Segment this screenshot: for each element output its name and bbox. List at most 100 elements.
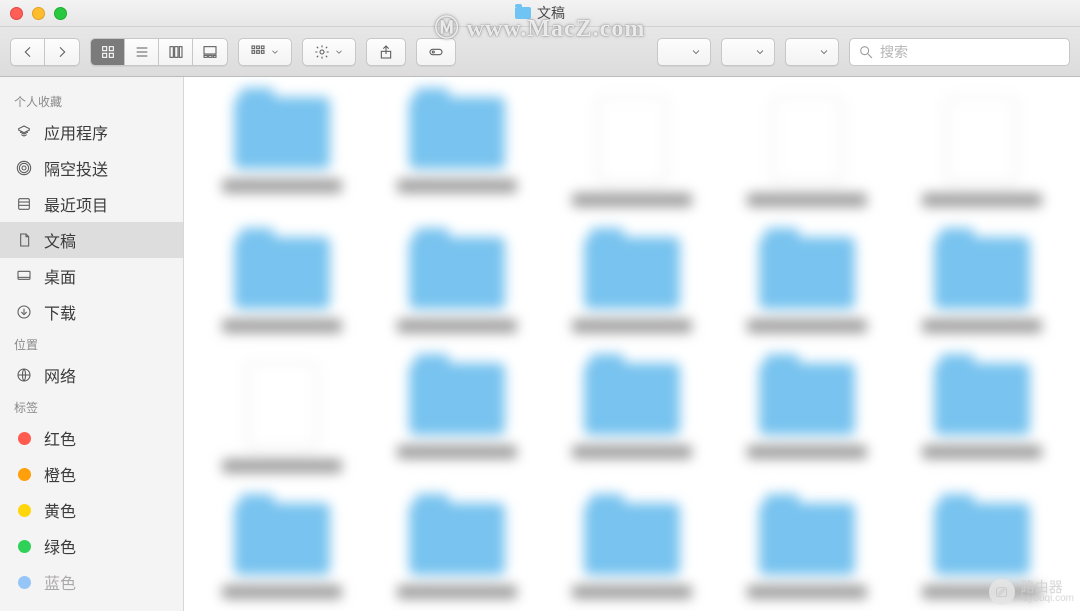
file-item[interactable] xyxy=(740,363,875,473)
file-label xyxy=(397,319,517,333)
sidebar-item-label: 网络 xyxy=(44,363,76,387)
folder-icon xyxy=(759,237,855,309)
file-label xyxy=(747,193,867,207)
toolbar xyxy=(0,27,1080,77)
folder-icon xyxy=(934,363,1030,435)
dropdown-3[interactable] xyxy=(785,38,839,66)
file-item[interactable] xyxy=(389,503,524,599)
sidebar-item-label: 黄色 xyxy=(44,498,76,522)
corner-watermark-sub: luyouqi.com xyxy=(1021,594,1074,604)
search-field[interactable] xyxy=(849,38,1070,66)
view-gallery-button[interactable] xyxy=(193,39,227,65)
sidebar-tag-red[interactable]: 红色 xyxy=(0,420,183,456)
sidebar-item-documents[interactable]: 文稿 xyxy=(0,222,183,258)
view-switcher xyxy=(90,38,228,66)
group-by-button[interactable] xyxy=(238,38,292,66)
folder-icon xyxy=(584,363,680,435)
list-view-icon xyxy=(134,44,150,60)
folder-icon xyxy=(515,7,531,19)
folder-icon xyxy=(234,237,330,309)
sidebar-item-label: 蓝色 xyxy=(44,570,76,594)
file-grid-area[interactable]: ⎚ 路由器 luyouqi.com xyxy=(184,77,1080,611)
file-icon xyxy=(597,97,667,183)
view-list-button[interactable] xyxy=(125,39,159,65)
action-menu-button[interactable] xyxy=(302,38,356,66)
file-item[interactable] xyxy=(214,363,349,473)
file-icon xyxy=(947,97,1017,183)
tag-dot-icon xyxy=(14,500,34,520)
sidebar-tag-yellow[interactable]: 黄色 xyxy=(0,492,183,528)
back-button[interactable] xyxy=(11,39,45,65)
folder-icon xyxy=(234,503,330,575)
sidebar-item-recents[interactable]: 最近项目 xyxy=(0,186,183,222)
folder-icon xyxy=(934,237,1030,309)
sidebar-item-label: 文稿 xyxy=(44,228,76,252)
view-column-button[interactable] xyxy=(159,39,193,65)
folder-icon xyxy=(409,237,505,309)
file-item[interactable] xyxy=(214,503,349,599)
file-item[interactable] xyxy=(915,237,1050,333)
router-icon: ⎚ xyxy=(989,579,1015,605)
file-icon xyxy=(772,97,842,183)
dropdown-1[interactable] xyxy=(657,38,711,66)
file-label xyxy=(572,585,692,599)
sidebar-item-label: 绿色 xyxy=(44,534,76,558)
folder-icon xyxy=(584,503,680,575)
sidebar-item-network[interactable]: 网络 xyxy=(0,357,183,393)
sidebar-item-label: 下载 xyxy=(44,300,76,324)
file-item[interactable] xyxy=(389,363,524,473)
gallery-view-icon xyxy=(202,44,218,60)
folder-icon xyxy=(759,363,855,435)
sidebar: 个人收藏 应用程序 隔空投送 最近项目 文稿 xyxy=(0,77,184,611)
file-item[interactable] xyxy=(564,97,699,207)
file-item[interactable] xyxy=(915,363,1050,473)
dropdown-2[interactable] xyxy=(721,38,775,66)
sidebar-item-label: 桌面 xyxy=(44,264,76,288)
file-item[interactable] xyxy=(564,363,699,473)
file-item[interactable] xyxy=(740,237,875,333)
icon-view-icon xyxy=(100,44,116,60)
sidebar-item-airdrop[interactable]: 隔空投送 xyxy=(0,150,183,186)
column-view-icon xyxy=(168,44,184,60)
view-icon-button[interactable] xyxy=(91,39,125,65)
file-item[interactable] xyxy=(389,237,524,333)
file-label xyxy=(222,585,342,599)
chevron-down-icon xyxy=(270,47,280,57)
file-item[interactable] xyxy=(564,237,699,333)
sidebar-tag-blue[interactable]: 蓝色 xyxy=(0,564,183,600)
file-item[interactable] xyxy=(214,237,349,333)
file-item[interactable] xyxy=(564,503,699,599)
gear-icon xyxy=(314,44,330,60)
corner-watermark: ⎚ 路由器 luyouqi.com xyxy=(989,579,1074,605)
sidebar-item-label: 最近项目 xyxy=(44,192,108,216)
sidebar-item-label: 红色 xyxy=(44,426,76,450)
maximize-button[interactable] xyxy=(54,7,67,20)
file-item[interactable] xyxy=(740,503,875,599)
folder-icon xyxy=(409,363,505,435)
file-label xyxy=(747,585,867,599)
document-icon xyxy=(14,230,34,250)
file-item[interactable] xyxy=(740,97,875,207)
tag-dot-icon xyxy=(14,464,34,484)
close-button[interactable] xyxy=(10,7,23,20)
sidebar-tag-orange[interactable]: 橙色 xyxy=(0,456,183,492)
chevron-down-icon xyxy=(690,46,702,58)
search-input[interactable] xyxy=(880,44,1061,60)
traffic-lights xyxy=(10,7,67,20)
sidebar-tag-green[interactable]: 绿色 xyxy=(0,528,183,564)
file-label xyxy=(397,179,517,193)
file-label xyxy=(922,193,1042,207)
file-item[interactable] xyxy=(389,97,524,207)
file-item[interactable] xyxy=(214,97,349,207)
file-label xyxy=(572,319,692,333)
sidebar-item-downloads[interactable]: 下载 xyxy=(0,294,183,330)
file-grid xyxy=(184,77,1080,611)
file-item[interactable] xyxy=(915,97,1050,207)
share-button[interactable] xyxy=(366,38,406,66)
sidebar-item-applications[interactable]: 应用程序 xyxy=(0,114,183,150)
minimize-button[interactable] xyxy=(32,7,45,20)
sidebar-item-label: 橙色 xyxy=(44,462,76,486)
sidebar-item-desktop[interactable]: 桌面 xyxy=(0,258,183,294)
tags-button[interactable] xyxy=(416,38,456,66)
forward-button[interactable] xyxy=(45,39,79,65)
